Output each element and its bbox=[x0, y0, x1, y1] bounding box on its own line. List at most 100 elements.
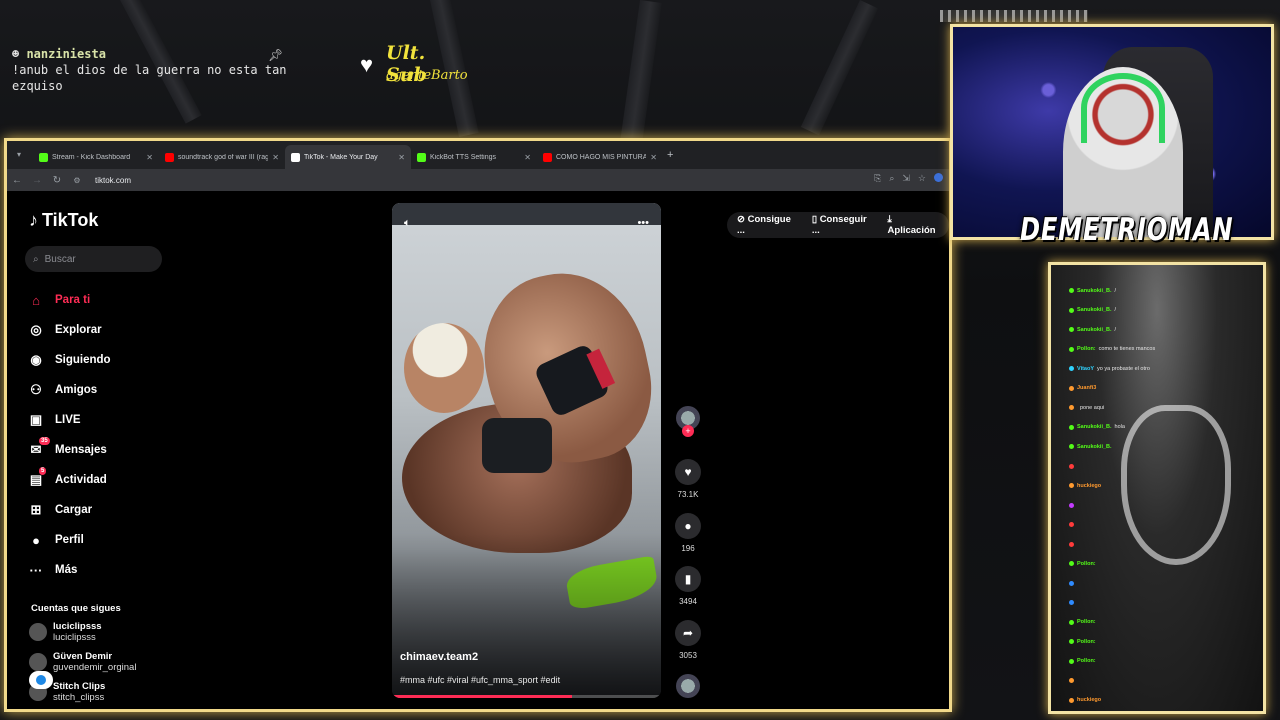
video-author[interactable]: chimaev.team2 bbox=[400, 651, 478, 663]
chat-line: Pollon: como te tienes mancos bbox=[1069, 340, 1259, 360]
chat-username: Pollon: bbox=[1077, 346, 1096, 353]
more-icon: ··· bbox=[29, 562, 43, 578]
sidebar-item-label: Para ti bbox=[55, 294, 91, 306]
close-icon[interactable]: ✕ bbox=[146, 153, 153, 162]
get-app-label: Conseguir ... bbox=[811, 214, 867, 236]
mute-icon[interactable]: 🔈︎ bbox=[404, 217, 411, 230]
chat-username: Sanukokii_B. bbox=[1077, 424, 1112, 431]
browser-tab[interactable]: Stream - Kick Dashboard ✕ bbox=[33, 145, 159, 169]
chat-username: VitaoY bbox=[1077, 365, 1095, 372]
webcam-frame-decoration bbox=[940, 10, 1088, 22]
install-icon[interactable]: ⇲ bbox=[902, 173, 910, 184]
get-coins-button[interactable]: ⊘ Consigue ... bbox=[737, 214, 798, 236]
pin-icon: 📌︎ bbox=[268, 48, 284, 62]
comment-button[interactable]: ● 196 bbox=[674, 513, 702, 553]
creator-avatar-button[interactable]: + bbox=[674, 406, 702, 437]
account-name: Güven Demir bbox=[53, 651, 113, 662]
sidebar-item-cargar[interactable]: ⊞ Cargar bbox=[27, 495, 111, 525]
account-handle: luciclipsss bbox=[53, 632, 96, 643]
sidebar-item-label: Mensajes bbox=[55, 444, 107, 456]
sidebar-item-label: Perfil bbox=[55, 534, 84, 546]
sidebar-item-siguiendo[interactable]: ◉ Siguiendo bbox=[27, 345, 110, 375]
extension-icon[interactable] bbox=[934, 173, 943, 182]
chat-badge-icon bbox=[1069, 541, 1074, 547]
followed-account[interactable]: luciclipsss luciclipsss bbox=[29, 621, 102, 643]
chat-text: yo ya probaste el otro bbox=[1097, 365, 1150, 372]
site-info-icon[interactable]: ⚙ bbox=[67, 176, 87, 185]
avatar bbox=[29, 623, 47, 641]
chat-line: Pollon: bbox=[1069, 554, 1259, 574]
bookmark-star-icon[interactable]: ☆ bbox=[918, 173, 926, 184]
like-button[interactable]: ♥ 73.1K bbox=[674, 459, 702, 499]
chat-badge-icon bbox=[1069, 444, 1074, 450]
sound-avatar[interactable] bbox=[674, 674, 702, 698]
follow-plus-icon[interactable]: + bbox=[682, 425, 694, 437]
back-icon[interactable]: ← bbox=[7, 175, 27, 186]
get-app-button[interactable]: ▯ Conseguir ... bbox=[812, 214, 874, 236]
close-icon[interactable]: ✕ bbox=[398, 153, 405, 162]
browser-tab[interactable]: KickBot TTS Settings ✕ bbox=[411, 145, 537, 169]
tiktok-logo[interactable]: ♪ TikTok bbox=[29, 210, 98, 231]
search-input[interactable]: ⌕ Buscar bbox=[25, 246, 162, 272]
tab-bar: ▾ Stream - Kick Dashboard ✕ soundtrack god… bbox=[7, 141, 949, 169]
chat-text: / bbox=[1114, 307, 1117, 314]
zoom-icon[interactable]: ⌕ bbox=[889, 173, 894, 184]
browser-tab[interactable]: COMO HAGO MIS PINTURAS ✕ bbox=[537, 145, 663, 169]
chat-badge-icon bbox=[1069, 502, 1074, 508]
search-icon: ⌕ bbox=[33, 253, 39, 265]
chat-badge-icon bbox=[1069, 658, 1074, 664]
video-hashtags[interactable]: #mma #ufc #viral #ufc_mma_sport #edit bbox=[400, 675, 560, 685]
chat-line: huckiego bbox=[1069, 476, 1259, 496]
share-button[interactable]: ➦ 3053 bbox=[674, 620, 702, 660]
chat-line: VitaoY yo ya probaste el otro bbox=[1069, 359, 1259, 379]
chat-badge-icon bbox=[1069, 580, 1074, 586]
followed-account[interactable]: Güven Demir guvendemir_orginal bbox=[29, 651, 136, 673]
account-name: Stitch Clips bbox=[53, 681, 106, 692]
sidebar-item-perfil[interactable]: ● Perfil bbox=[27, 525, 111, 555]
forward-icon[interactable]: → bbox=[27, 175, 47, 186]
chat-badge-icon bbox=[1069, 697, 1074, 703]
video-progress-bar[interactable] bbox=[392, 695, 661, 698]
more-options-icon[interactable]: ••• bbox=[637, 217, 649, 229]
live-icon: ▣ bbox=[29, 412, 43, 427]
close-icon[interactable]: ✕ bbox=[272, 153, 279, 162]
avatar bbox=[29, 653, 47, 671]
overlay-chat-message: ☻ nanziniesta !anub el dios de la guerra… bbox=[12, 46, 302, 94]
chat-text: / bbox=[1114, 326, 1117, 333]
notification-badge: 35 bbox=[39, 437, 50, 445]
search-placeholder: Buscar bbox=[44, 253, 76, 265]
sidebar-item-actividad[interactable]: ▤ 5 Actividad bbox=[27, 465, 111, 495]
sidebar-nav: ⌂ Para ti ◎ Explorar ◉ Siguiendo ⚇ Amigos ▣ LIVE ✉… bbox=[27, 285, 111, 585]
sidebar-item-amigos[interactable]: ⚇ Amigos bbox=[27, 375, 111, 405]
url-field[interactable]: tiktok.com bbox=[95, 176, 131, 185]
chat-line: Sanukokii_B. / bbox=[1069, 320, 1259, 340]
browser-tab[interactable]: soundtrack god of war III (rage ✕ bbox=[159, 145, 285, 169]
translate-icon[interactable]: ⎘ bbox=[874, 173, 881, 184]
overlay-chat-user: nanziniesta bbox=[26, 47, 106, 61]
get-coins-label: Consigue ... bbox=[737, 214, 791, 236]
sidebar-item-para-ti[interactable]: ⌂ Para ti bbox=[27, 285, 111, 315]
video-player[interactable]: 🔈︎ ••• chimaev.team2 #mma #ufc #viral #u… bbox=[392, 203, 661, 698]
browser-tab[interactable]: TikTok - Make Your Day ✕ bbox=[285, 145, 411, 169]
sidebar-item-más[interactable]: ··· Más bbox=[27, 555, 111, 585]
reload-icon[interactable]: ↻ bbox=[47, 175, 67, 186]
share-count: 3053 bbox=[679, 651, 697, 660]
ult-sub-user: agenteBarto bbox=[386, 68, 468, 83]
chat-line bbox=[1069, 457, 1259, 477]
chat-username: Pollon: bbox=[1077, 638, 1096, 645]
close-icon[interactable]: ✕ bbox=[524, 153, 531, 162]
chat-badge-icon bbox=[1069, 483, 1074, 489]
ceiling-beam bbox=[800, 0, 879, 136]
floating-action-button[interactable] bbox=[29, 671, 53, 689]
sidebar-item-explorar[interactable]: ◎ Explorar bbox=[27, 315, 111, 345]
new-tab-button[interactable]: + bbox=[667, 149, 673, 161]
notification-badge: 5 bbox=[39, 467, 47, 475]
close-icon[interactable]: ✕ bbox=[650, 153, 657, 162]
save-button[interactable]: ▮ 3494 bbox=[674, 566, 702, 606]
tab-search-icon[interactable]: ▾ bbox=[17, 150, 21, 159]
sidebar-item-live[interactable]: ▣ LIVE bbox=[27, 405, 111, 435]
sidebar-item-mensajes[interactable]: ✉ 35 Mensajes bbox=[27, 435, 111, 465]
streamer-name: DEMETRIOMAN bbox=[1020, 212, 1234, 248]
application-button[interactable]: ⤓ Aplicación bbox=[888, 214, 939, 236]
chat-badge-icon bbox=[1069, 639, 1074, 645]
